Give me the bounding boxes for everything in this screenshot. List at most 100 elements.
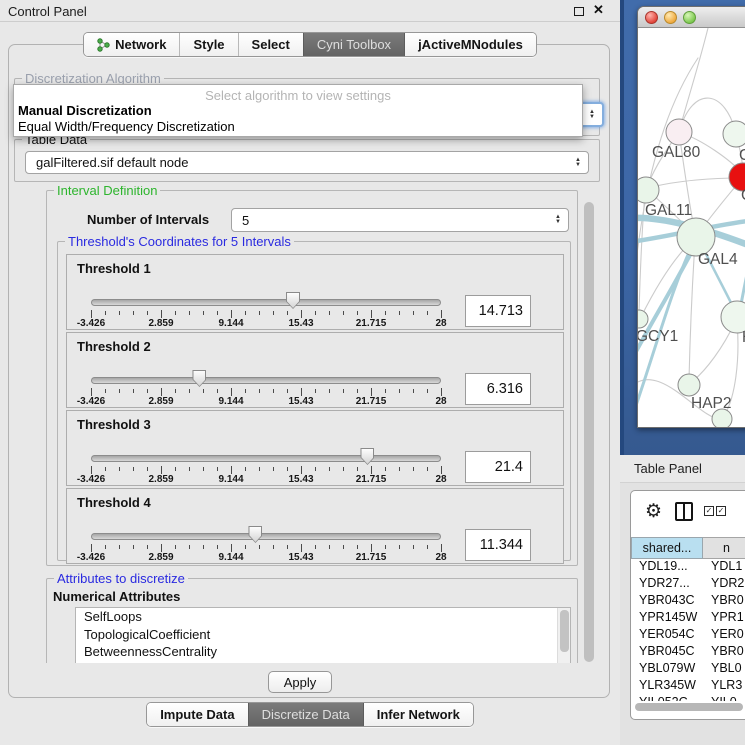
table-row[interactable]: YDL19...YDL1 [631, 559, 745, 576]
attributes-group: Attributes to discretize Numerical Attri… [46, 578, 578, 663]
table-horizontal-scrollbar[interactable] [635, 703, 743, 711]
threshold-panel: Threshold 2-3.4262.8599.14415.4321.71528… [66, 332, 564, 408]
table-row[interactable]: YDR27...YDR2 [631, 576, 745, 593]
threshold-slider-thumb[interactable] [360, 448, 374, 465]
slider-tick [91, 466, 92, 474]
table-panel-titlebar: Table Panel [620, 455, 745, 483]
network-edge[interactable] [689, 242, 695, 380]
cell-name: YER0 [703, 627, 745, 644]
control-panel-tabbar: NetworkStyleSelectCyni ToolboxjActiveMNo… [0, 32, 620, 57]
slider-tick [273, 389, 274, 393]
network-window-titlebar[interactable] [638, 7, 745, 28]
tab-select[interactable]: Select [238, 33, 303, 56]
network-node[interactable] [638, 310, 648, 328]
interval-definition-group: Interval Definition Number of Intervals … [46, 190, 578, 566]
slider-tick [91, 310, 92, 318]
slider-tick [343, 467, 344, 471]
attribute-list-item[interactable]: BetweennessCentrality [76, 643, 570, 661]
threshold-slider-track[interactable] [91, 377, 441, 384]
cell-name: YBL0 [703, 661, 745, 678]
column-header-shared-name[interactable]: shared... [631, 537, 703, 559]
network-node-label: GAL4 [698, 251, 738, 268]
zoom-traffic-light-icon[interactable] [683, 11, 696, 24]
slider-tick-label: 15.43 [288, 318, 313, 329]
slider-tick [133, 311, 134, 315]
cell-shared-name: YDL19... [631, 559, 703, 576]
column-header-name[interactable]: n [703, 537, 745, 559]
attribute-list-item[interactable]: SelfLoops [76, 608, 570, 626]
table-row[interactable]: YBR045CYBR0 [631, 644, 745, 661]
tab-style[interactable]: Style [179, 33, 237, 56]
threshold-slider-thumb[interactable] [286, 292, 300, 309]
mode-tab-impute-data[interactable]: Impute Data [147, 703, 247, 726]
slider-tick [413, 467, 414, 471]
algorithm-popup-item[interactable]: Equal Width/Frequency Discretization [18, 119, 235, 134]
settings-scrollbar[interactable] [584, 202, 594, 662]
cell-name: YBR0 [703, 593, 745, 610]
threshold-slider-thumb[interactable] [248, 526, 262, 543]
slider-tick [245, 467, 246, 471]
right-region: GAL80GCGAL11GAL4GCY1HHAP2 Table Panel ⚙ … [620, 0, 745, 745]
slider-tick [413, 545, 414, 549]
network-node[interactable] [723, 121, 745, 147]
slider-tick-label: 21.715 [356, 552, 387, 563]
slider-tick [329, 467, 330, 471]
threshold-slider-thumb[interactable] [192, 370, 206, 387]
float-window-icon[interactable] [574, 7, 584, 16]
tab-jactivemnodules[interactable]: jActiveMNodules [404, 33, 536, 56]
slider-tick-label: 28 [435, 474, 446, 485]
threshold-value-field[interactable]: 21.4 [465, 451, 531, 483]
table-row[interactable]: YLR345WYLR3 [631, 678, 745, 695]
table-row[interactable]: YPR145WYPR1 [631, 610, 745, 627]
network-node[interactable] [666, 119, 692, 145]
threshold-value-field[interactable]: 11.344 [465, 529, 531, 561]
threshold-slider-track[interactable] [91, 299, 441, 306]
slider-tick [441, 544, 442, 552]
cell-shared-name: YER054C [631, 627, 703, 644]
table-row[interactable]: YIL052CYIL0 [631, 695, 745, 701]
num-intervals-combobox[interactable]: 5 ▲▼ [231, 208, 569, 232]
slider-tick [413, 311, 414, 315]
cell-name: YBR0 [703, 644, 745, 661]
close-icon[interactable]: ✕ [593, 2, 604, 18]
split-columns-icon[interactable] [675, 502, 693, 521]
slider-tick [189, 545, 190, 549]
network-edge[interactable] [648, 178, 740, 188]
threshold-slider-track[interactable] [91, 533, 441, 540]
table-row[interactable]: YBR043CYBR0 [631, 593, 745, 610]
network-node[interactable] [678, 374, 700, 396]
threshold-label: Threshold 4 [77, 495, 151, 510]
list-scrollbar[interactable] [557, 608, 570, 663]
threshold-value-field[interactable]: 6.316 [465, 373, 531, 405]
mode-tab-discretize-data[interactable]: Discretize Data [248, 703, 363, 726]
slider-tick [385, 467, 386, 471]
settings-gear-icon[interactable]: ⚙ [645, 499, 662, 525]
network-edge[interactable] [679, 28, 708, 132]
slider-tick [259, 389, 260, 393]
table-data-combobox[interactable]: galFiltered.sif default node ▲▼ [25, 151, 589, 174]
table-row[interactable]: YBL079WYBL0 [631, 661, 745, 678]
tab-network[interactable]: Network [84, 33, 179, 56]
select-columns-icon[interactable]: ✓✓ [704, 506, 726, 516]
attribute-list-item[interactable]: TopologicalCoefficient [76, 626, 570, 644]
threshold-slider-track[interactable] [91, 455, 441, 462]
network-graph[interactable]: GAL80GCGAL11GAL4GCY1HHAP2 [638, 28, 745, 428]
mode-tab-label: Discretize Data [262, 707, 350, 722]
slider-tick [231, 388, 232, 396]
network-node[interactable] [638, 177, 659, 203]
threshold-value-field[interactable]: 14.713 [465, 295, 531, 327]
minimize-traffic-light-icon[interactable] [664, 11, 677, 24]
apply-button[interactable]: Apply [268, 671, 332, 693]
network-view-window[interactable]: GAL80GCGAL11GAL4GCY1HHAP2 [637, 6, 745, 428]
close-traffic-light-icon[interactable] [645, 11, 658, 24]
network-canvas[interactable]: GAL80GCGAL11GAL4GCY1HHAP2 [638, 28, 745, 428]
threshold-label: Threshold 2 [77, 339, 151, 354]
table-row[interactable]: YER054CYER0 [631, 627, 745, 644]
algorithm-popup-item[interactable]: Manual Discretization [18, 103, 152, 118]
network-node-label: C [741, 187, 745, 204]
mode-tab-infer-network[interactable]: Infer Network [363, 703, 473, 726]
tab-cyni-toolbox[interactable]: Cyni Toolbox [303, 33, 404, 56]
slider-tick [175, 389, 176, 393]
slider-tick [315, 467, 316, 471]
numerical-attributes-list[interactable]: SelfLoopsTopologicalCoefficientBetweenne… [75, 607, 571, 663]
